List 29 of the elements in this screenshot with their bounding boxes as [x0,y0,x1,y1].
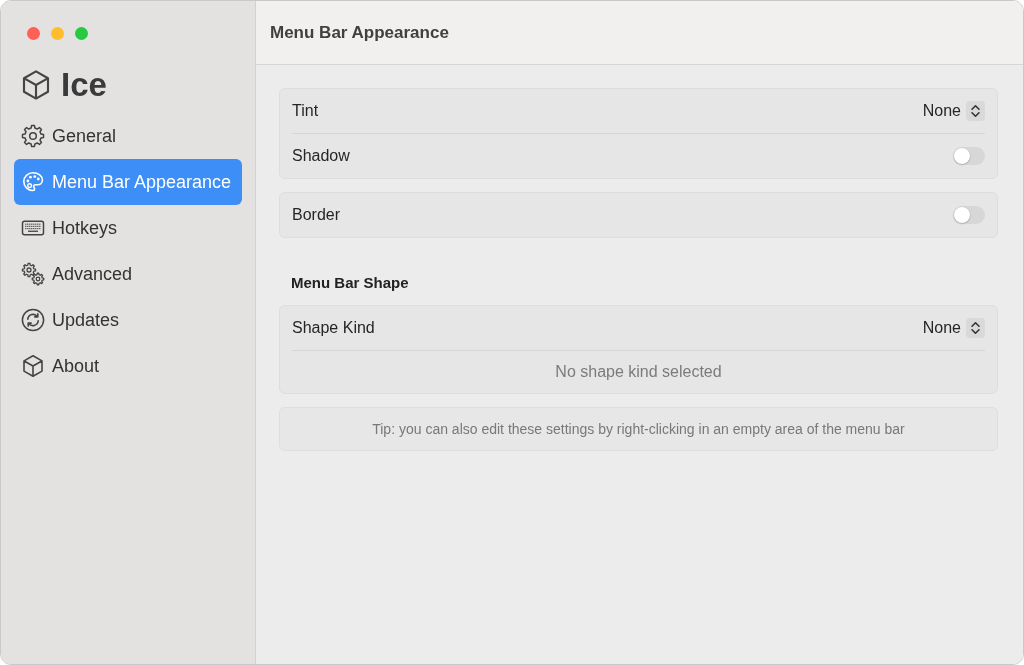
status-text: No shape kind selected [555,363,722,381]
popup-button[interactable]: None [922,101,985,121]
close-button[interactable] [27,27,40,40]
sidebar-item[interactable]: Hotkeys [14,205,242,251]
minimize-button[interactable] [51,27,64,40]
setting-label: Shape Kind [292,319,375,337]
setting-label: Tint [292,102,319,120]
gears-icon [21,262,45,286]
toggle-switch[interactable] [953,206,985,224]
section-heading: Menu Bar Shape [290,273,410,293]
sidebar-item[interactable]: General [14,113,242,159]
page-title: Menu Bar Appearance [270,22,449,43]
app-name: Ice [61,69,107,101]
cube-logo-icon [20,69,52,101]
popup-button[interactable]: None [922,318,985,338]
setting-label: Shadow [292,147,350,165]
cube-icon [21,354,45,378]
sidebar-item[interactable]: Advanced [14,251,242,297]
chevron-updown-icon [966,101,985,121]
sidebar-item[interactable]: Updates [14,297,242,343]
chevron-updown-icon [966,318,985,338]
zoom-button[interactable] [75,27,88,40]
tip-text: Tip: you can also edit these settings by right-clicking in an empty area of the menu bar [372,421,905,437]
sidebar-item[interactable]: About [14,343,242,389]
circular-arrows-icon [21,308,45,332]
palette-icon [21,170,45,194]
gear-icon [21,124,45,148]
toggle-switch[interactable] [953,147,985,165]
setting-label: Border [292,206,341,224]
